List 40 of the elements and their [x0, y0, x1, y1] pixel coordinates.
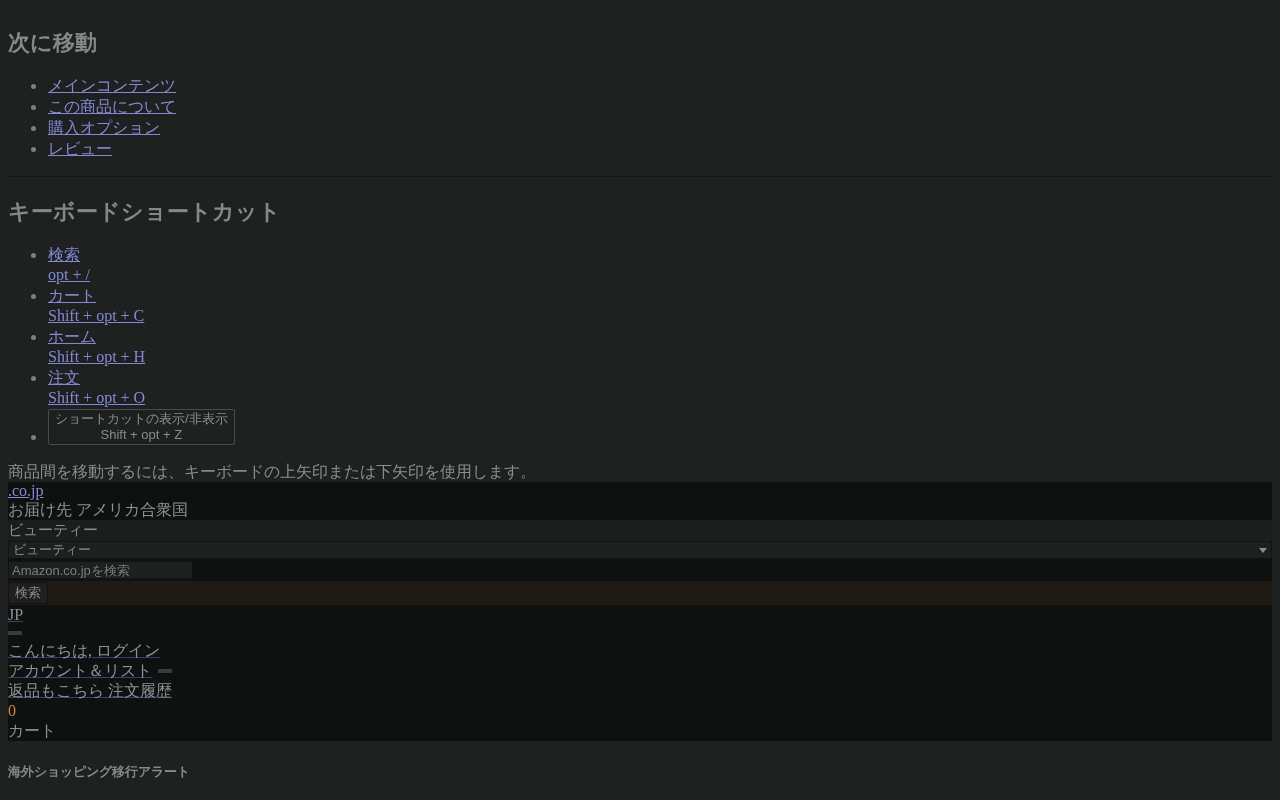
search-field[interactable]: Amazon.co.jpを検索 [8, 561, 193, 579]
skip-link[interactable]: メインコンテンツ [48, 76, 176, 96]
bullet-icon [31, 84, 36, 89]
language-link[interactable]: JP [8, 605, 24, 625]
shortcut-link[interactable]: 注文 [48, 368, 80, 388]
toggle-shortcuts-button[interactable]: ショートカットの表示/非表示 Shift + opt + Z [48, 409, 235, 445]
dropdown-icon [1259, 547, 1267, 553]
skip-link[interactable]: 購入オプション [48, 118, 160, 138]
cart-count: 0 [8, 701, 16, 721]
shortcut-keys[interactable]: Shift + opt + C [48, 306, 145, 326]
shortcut-keys[interactable]: Shift + opt + O [48, 388, 146, 408]
logo-link[interactable]: .co.jp [8, 482, 44, 500]
alert-heading: 海外ショッピング移行アラート [8, 763, 191, 781]
sign-in-link[interactable]: こんにちは, ログイン [8, 641, 160, 661]
delivery-text: お届け先 アメリカ合衆国 [8, 500, 188, 520]
search-button[interactable]: 検索 [8, 582, 48, 604]
section-heading: キーボードショートカット [8, 198, 282, 226]
section-heading: 次に移動 [8, 29, 98, 57]
shortcut-link[interactable]: 検索 [48, 245, 80, 265]
cart-label[interactable]: カート [8, 721, 56, 741]
bullet-icon [31, 126, 36, 131]
category-select[interactable]: ビューティー [8, 541, 1272, 559]
bullet-icon [31, 105, 36, 110]
bullet-icon [31, 147, 36, 152]
bar-icon [158, 669, 172, 673]
bullet-icon [31, 376, 36, 381]
skip-link[interactable]: この商品について [48, 97, 176, 117]
shortcut-link[interactable]: ホーム [48, 327, 96, 347]
skip-link[interactable]: レビュー [48, 139, 112, 159]
orders-link[interactable]: 返品もこちら 注文履歴 [8, 681, 172, 701]
bullet-icon [31, 294, 36, 299]
account-link[interactable]: アカウント＆リスト [8, 661, 152, 681]
shortcut-link[interactable]: カート [48, 286, 96, 306]
hint-text: 商品間を移動するには、キーボードの上矢印または下矢印を使用します。 [8, 462, 537, 482]
bullet-icon [31, 335, 36, 340]
bullet-icon [31, 435, 36, 440]
category-label: ビューティー [8, 520, 98, 541]
shortcut-keys[interactable]: opt + / [48, 265, 90, 285]
bullet-icon [31, 253, 36, 258]
shortcut-keys[interactable]: Shift + opt + H [48, 347, 146, 367]
